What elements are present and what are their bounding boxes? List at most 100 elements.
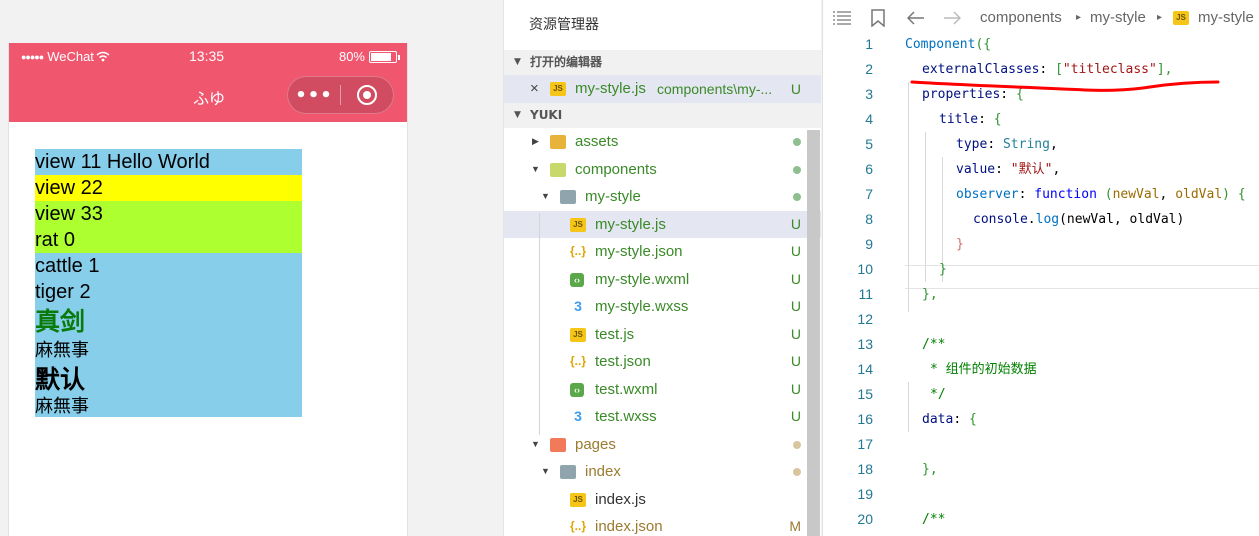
folder-open-icon [560, 190, 576, 204]
line-number: 7 [865, 186, 873, 202]
json-file-icon: {..} [569, 354, 586, 368]
tree-item-label: index.js [595, 490, 646, 508]
view-row: view 22 [35, 175, 302, 201]
code-line: 4 title: { [823, 107, 1259, 132]
code-line: 12 [823, 307, 1259, 332]
chevron-down-icon: ▼ [531, 163, 540, 174]
code-line: 7 observer: function (newVal, oldVal) { [823, 182, 1259, 207]
breadcrumb-item[interactable]: components [980, 9, 1062, 26]
list-item: tiger 2 [35, 279, 302, 305]
line-number: 1 [865, 36, 873, 52]
js-file-icon: JS [550, 82, 566, 96]
open-editor-path: components\my-... [657, 81, 773, 97]
arrow-right-icon[interactable] [943, 11, 961, 25]
component-text: 麻無事 [35, 337, 302, 363]
more-button[interactable]: ••• [288, 85, 340, 106]
code-text: externalClasses: ["titleclass"], [922, 62, 1173, 77]
line-number: 15 [857, 386, 873, 402]
code-comment: /** [922, 337, 946, 352]
code-line: 18}, [823, 457, 1259, 482]
status-carrier: ●●●●● WeChat [21, 49, 110, 64]
tree-item-file[interactable]: ‹› my-style.wxml U [504, 266, 821, 294]
component-title: 默认 [35, 363, 302, 395]
bookmark-icon[interactable] [871, 9, 885, 27]
workspace-label: YUKI [530, 108, 563, 122]
code-text: } [956, 237, 964, 252]
tree-item-label: test.wxss [595, 408, 657, 425]
status-battery: 80% [339, 49, 400, 64]
tree-item-file[interactable]: JS index.js [504, 486, 821, 514]
code-area[interactable]: 1 Component({ 2 externalClasses: ["titlecl… [823, 32, 1259, 532]
tree-item-file[interactable]: {..} my-style.json U [504, 238, 821, 266]
breadcrumb-item[interactable]: my-style [1198, 9, 1254, 26]
tree-item-label: assets [575, 133, 619, 150]
tree-indent-guide [539, 213, 540, 435]
line-number: 4 [865, 111, 873, 127]
tree-item-components[interactable]: ▼ components [504, 156, 821, 184]
explorer-scrollbar[interactable] [807, 130, 820, 536]
carrier-name: WeChat [47, 49, 94, 64]
tree-item-index[interactable]: ▼ index [504, 458, 821, 486]
component-text: 麻無事 [35, 395, 302, 417]
status-dot [793, 138, 801, 146]
js-file-icon: JS [570, 492, 586, 507]
tree-item-file[interactable]: {..} test.json U [504, 348, 821, 376]
code-editor: components ▸ my-style ▸ JS my-style 1 Com… [822, 0, 1259, 536]
chevron-down-icon: ▼ [514, 110, 521, 120]
tree-item-pages[interactable]: ▼ pages [504, 431, 821, 459]
line-number: 18 [857, 461, 873, 477]
open-editors-header[interactable]: ▼ 打开的编辑器 [504, 50, 821, 75]
arrow-left-icon[interactable] [907, 11, 925, 25]
tree-item-label: my-style [585, 188, 641, 205]
chevron-down-icon: ▼ [514, 57, 521, 67]
tree-item-file[interactable]: JS test.js U [504, 321, 821, 349]
folder-icon [550, 135, 566, 149]
code-line: 13 /** [823, 332, 1259, 357]
wxss-file-icon: 3 [574, 298, 582, 314]
tree-item-file[interactable]: {..} index.json M [504, 513, 821, 536]
folder-open-icon [550, 162, 566, 177]
line-number: 9 [865, 236, 873, 252]
breadcrumb-item[interactable]: my-style [1090, 9, 1146, 26]
editor-toolbar: components ▸ my-style ▸ JS my-style [823, 0, 1259, 36]
chevron-right-icon: ▶ [532, 136, 539, 146]
explorer-panel: 资源管理器 ▼ 打开的编辑器 × JS my-style.js componen… [503, 0, 821, 536]
close-icon[interactable]: × [530, 75, 539, 103]
chevron-down-icon: ▼ [541, 191, 550, 201]
code-line: 15 */ [823, 382, 1259, 407]
tree-item-label: test.json [595, 353, 651, 370]
tree-item-label: index [585, 463, 621, 480]
line-number: 2 [865, 61, 873, 77]
code-text: } [939, 262, 947, 277]
code-line: 20 /** [823, 507, 1259, 532]
tree-item-file[interactable]: 3 test.wxss U [504, 403, 821, 431]
open-editor-item[interactable]: × JS my-style.js components\my-... U [504, 75, 821, 103]
screen: ●●●●● WeChat 13:35 80% ふゆ ••• view 11 He… [0, 0, 1259, 536]
tree-item-file[interactable]: ‹› test.wxml U [504, 376, 821, 404]
tree-item-my-style[interactable]: ▼ my-style [504, 183, 821, 211]
view-row: view 33 [35, 201, 302, 227]
code-text: }, [922, 462, 938, 477]
tree-item-label: test.wxml [595, 380, 658, 398]
code-line: 1 Component({ [823, 32, 1259, 57]
list-icon[interactable] [833, 11, 851, 25]
code-line: 19 [823, 482, 1259, 507]
line-number: 10 [857, 261, 873, 277]
workspace-header[interactable]: ▼ YUKI [504, 103, 821, 128]
line-number: 14 [857, 361, 873, 377]
tree-item-label: my-style.wxml [595, 270, 690, 288]
signal-icon: ●●●●● [21, 51, 44, 62]
menu-capsule: ••• [287, 76, 394, 114]
tree-item-label: pages [575, 435, 616, 453]
code-text: type: String, [956, 137, 1058, 152]
line-number: 19 [857, 486, 873, 502]
wifi-icon [96, 51, 110, 62]
tree-item-label: test.js [595, 325, 635, 343]
tree-item-file[interactable]: 3 my-style.wxss U [504, 293, 821, 321]
code-line: 5 type: String, [823, 132, 1259, 157]
code-comment: * 组件的初始数据 [930, 362, 1037, 377]
target-icon [357, 85, 377, 105]
close-miniprogram-button[interactable] [341, 85, 393, 105]
tree-item-file[interactable]: JS my-style.js U [504, 210, 821, 238]
tree-item-assets[interactable]: ▶ assets [504, 128, 821, 156]
